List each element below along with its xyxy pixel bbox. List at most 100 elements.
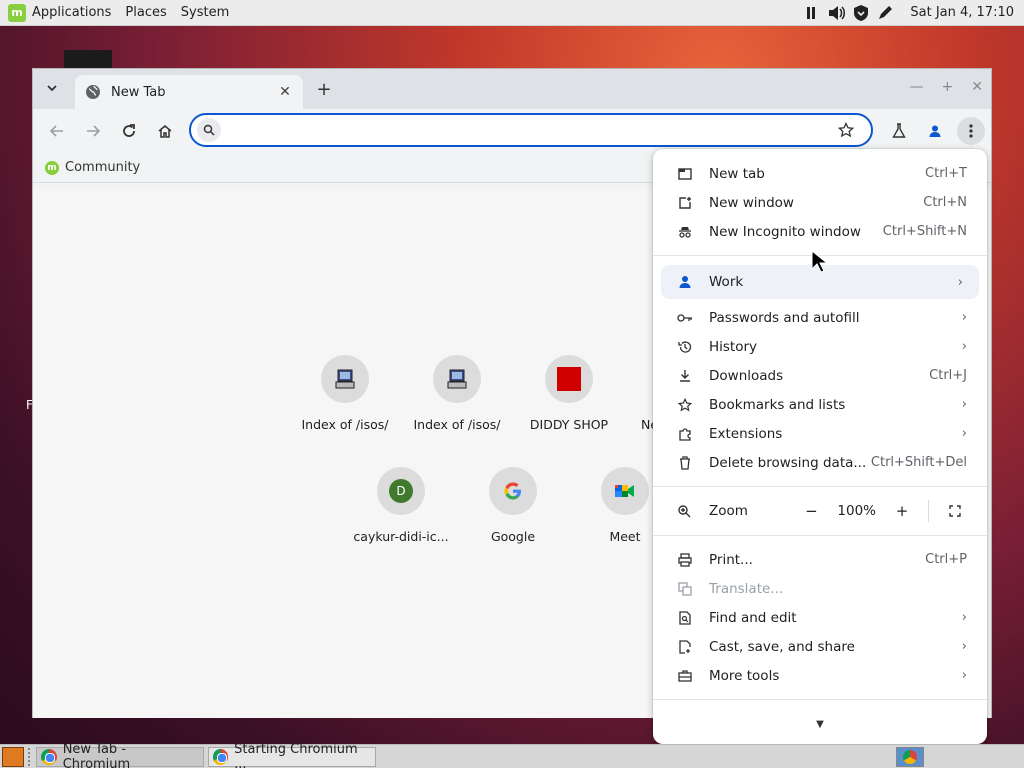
- clock[interactable]: Sat Jan 4, 17:10: [910, 5, 1014, 20]
- desktop-icon[interactable]: [64, 50, 112, 70]
- tab-title: New Tab: [111, 84, 166, 100]
- volume-icon[interactable]: [828, 4, 846, 22]
- task-button-chromium[interactable]: New Tab - Chromium: [36, 742, 204, 768]
- labs-flask-icon[interactable]: [885, 117, 913, 145]
- close-window-icon[interactable]: ✕: [971, 79, 983, 95]
- top-panel: m Applications Places System Sat Jan 4, …: [0, 0, 1024, 26]
- reload-icon: [123, 124, 135, 137]
- menu-item-extensions[interactable]: Extensions ›: [653, 419, 987, 448]
- toolbar-actions: [885, 117, 985, 145]
- menu-item-downloads[interactable]: Downloads Ctrl+J: [653, 361, 987, 390]
- close-tab-icon[interactable]: ✕: [277, 84, 293, 100]
- find-icon: [677, 610, 693, 626]
- minimize-icon[interactable]: —: [910, 79, 924, 95]
- new-window-icon: [677, 195, 693, 211]
- menu-item-more-tools[interactable]: More tools ›: [653, 661, 987, 690]
- person-icon: [677, 274, 693, 290]
- shortcut-label: Index of /isos/: [301, 417, 389, 432]
- globe-icon: [86, 85, 100, 99]
- zoom-in-button[interactable]: +: [890, 499, 914, 523]
- menu-item-new-incognito-window[interactable]: New Incognito window Ctrl+Shift+N: [653, 217, 987, 246]
- menu-item-print[interactable]: Print... Ctrl+P: [653, 545, 987, 574]
- address-input[interactable]: [221, 115, 835, 145]
- chevron-right-icon: ›: [961, 339, 967, 354]
- menu-item-new-window[interactable]: New window Ctrl+N: [653, 188, 987, 217]
- profile-avatar-icon[interactable]: [921, 117, 949, 145]
- panel-handle[interactable]: [28, 747, 32, 766]
- download-icon: [677, 368, 693, 384]
- cast-save-icon: [677, 639, 693, 655]
- window-controls: — + ✕: [910, 79, 983, 95]
- shortcut-tile[interactable]: Index of /isos/: [401, 355, 513, 432]
- zoom-out-button[interactable]: −: [799, 499, 823, 523]
- shortcut-tile[interactable]: Index of /isos/: [289, 355, 401, 432]
- shortcut-tile[interactable]: D caykur-didi-ic...: [345, 467, 457, 544]
- show-desktop-button[interactable]: [2, 746, 24, 767]
- chevron-right-icon: ›: [961, 668, 967, 683]
- bookmark-star-icon[interactable]: [835, 119, 857, 141]
- zoom-controls: − 100% +: [799, 499, 967, 523]
- applications-menu[interactable]: Applications: [32, 5, 111, 20]
- shortcut-tile[interactable]: Google: [457, 467, 569, 544]
- shortcut-label: Google: [490, 529, 536, 544]
- chevron-right-icon: ›: [961, 610, 967, 625]
- arrow-left-icon: [49, 125, 63, 137]
- toolbox-icon: [677, 668, 693, 684]
- chevron-right-icon: ›: [957, 274, 963, 290]
- shield-icon[interactable]: [852, 4, 870, 22]
- zoom-divider: [928, 500, 929, 522]
- menu-item-bookmarks[interactable]: Bookmarks and lists ›: [653, 390, 987, 419]
- search-icon: [197, 118, 221, 142]
- computer-icon: [433, 355, 481, 403]
- network-icon[interactable]: [804, 4, 822, 22]
- system-menu[interactable]: System: [181, 5, 229, 20]
- printer-icon: [677, 552, 693, 568]
- bookmark-community[interactable]: m Community: [45, 160, 140, 175]
- mint-logo-icon[interactable]: m: [8, 3, 26, 22]
- new-tab-button[interactable]: +: [313, 78, 335, 100]
- chevron-right-icon: ›: [961, 397, 967, 412]
- menu-item-translate: Translate...: [653, 574, 987, 603]
- translate-icon: [677, 581, 693, 597]
- menu-scroll-down-icon[interactable]: ▼: [653, 719, 987, 730]
- bookmark-label: Community: [65, 160, 141, 175]
- menu-item-find-and-edit[interactable]: Find and edit ›: [653, 603, 987, 632]
- key-icon: [677, 310, 693, 326]
- menu-item-cast-save-share[interactable]: Cast, save, and share ›: [653, 632, 987, 661]
- google-icon: [489, 467, 537, 515]
- menu-item-passwords[interactable]: Passwords and autofill ›: [653, 303, 987, 332]
- task-label: Starting Chromium ...: [234, 741, 358, 768]
- menu-kebab-icon[interactable]: [957, 117, 985, 145]
- home-button[interactable]: [151, 117, 179, 145]
- menu-item-delete-browsing-data[interactable]: Delete browsing data... Ctrl+Shift+Del: [653, 448, 987, 477]
- tab-new-tab[interactable]: New Tab ✕: [75, 75, 303, 109]
- workspace-switcher[interactable]: [896, 747, 924, 767]
- pen-tool-icon[interactable]: [876, 4, 894, 22]
- browser-menu: New tab Ctrl+T New window Ctrl+N New Inc…: [653, 149, 987, 744]
- menu-item-zoom: Zoom − 100% +: [653, 496, 987, 526]
- tab-search-button[interactable]: [41, 77, 63, 99]
- meet-icon: [601, 467, 649, 515]
- shortcut-label: Ne: [641, 417, 655, 432]
- fullscreen-icon[interactable]: [943, 499, 967, 523]
- reload-button[interactable]: [115, 117, 143, 145]
- maximize-icon[interactable]: +: [942, 79, 954, 95]
- shortcut-tile[interactable]: DIDDY SHOP: [513, 355, 625, 432]
- omnibox[interactable]: [189, 113, 873, 147]
- chevron-right-icon: ›: [961, 426, 967, 441]
- puzzle-icon: [677, 426, 693, 442]
- chromium-icon: [213, 748, 229, 765]
- trash-icon: [677, 455, 693, 471]
- back-button[interactable]: [43, 117, 71, 145]
- system-tray: Sat Jan 4, 17:10: [804, 4, 1014, 22]
- menu-item-history[interactable]: History ›: [653, 332, 987, 361]
- task-button-starting-chromium[interactable]: Starting Chromium ...: [208, 742, 376, 768]
- menu-item-new-tab[interactable]: New tab Ctrl+T: [653, 159, 987, 188]
- zoom-icon: [677, 504, 693, 518]
- chevron-right-icon: ›: [961, 310, 967, 325]
- places-menu[interactable]: Places: [125, 5, 166, 20]
- chromium-icon: [41, 748, 57, 765]
- shortcut-tile[interactable]: Ne: [625, 355, 655, 432]
- forward-button[interactable]: [79, 117, 107, 145]
- chromium-icon: [903, 750, 917, 764]
